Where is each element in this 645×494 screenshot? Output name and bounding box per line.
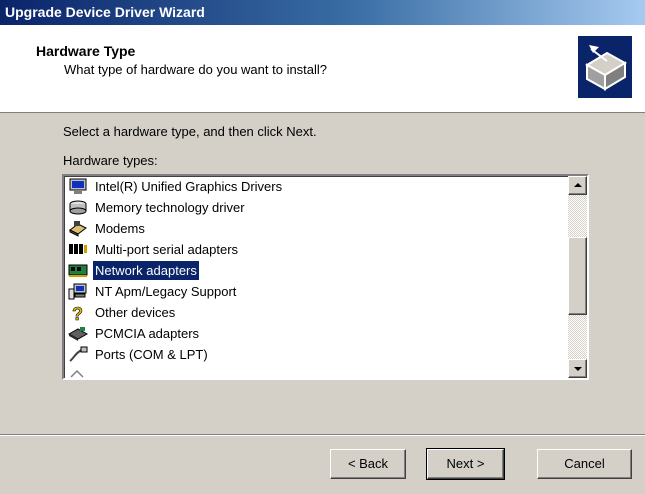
list-item-label: Memory technology driver: [95, 200, 245, 215]
list-item-label: Intel(R) Unified Graphics Drivers: [95, 179, 283, 194]
vertical-scrollbar[interactable]: [568, 176, 587, 378]
pcmcia-icon: [68, 327, 88, 341]
page-subtitle: What type of hardware do you want to ins…: [64, 62, 328, 77]
partial-item-icon: [70, 369, 84, 378]
list-item-label: PCMCIA adapters: [95, 326, 200, 341]
button-separator: [0, 434, 645, 436]
hardware-wizard-icon: [578, 36, 632, 98]
network-adapter-icon: [68, 264, 88, 277]
arrow-down-icon: [574, 367, 582, 371]
back-button[interactable]: < Back: [330, 449, 406, 479]
hardware-types-listbox[interactable]: Intel(R) Unified Graphics Drivers Memory…: [62, 174, 589, 380]
arrow-up-icon: [574, 183, 582, 187]
list-item-label: Network adapters: [92, 260, 200, 281]
question-icon: ?: [72, 304, 84, 321]
window-title: Upgrade Device Driver Wizard: [5, 4, 205, 20]
scrollbar-thumb[interactable]: [568, 237, 587, 315]
next-button[interactable]: Next >: [426, 448, 505, 480]
port-icon: [69, 346, 88, 362]
display-icon: [69, 178, 87, 194]
list-item-label: Other devices: [95, 305, 176, 320]
modem-icon: [69, 221, 87, 237]
list-item-label: NT Apm/Legacy Support: [95, 284, 237, 299]
serial-port-icon: [69, 244, 87, 254]
title-bar: Upgrade Device Driver Wizard: [0, 0, 645, 25]
scroll-up-button[interactable]: [568, 176, 587, 195]
page-title: Hardware Type: [36, 43, 136, 59]
computer-icon: [68, 283, 87, 300]
svg-text:?: ?: [72, 304, 83, 321]
hardware-types-label: Hardware types:: [63, 153, 158, 168]
scroll-down-button[interactable]: [568, 359, 587, 378]
list-item-label: Multi-port serial adapters: [95, 242, 239, 257]
cancel-button[interactable]: Cancel: [537, 449, 632, 479]
instruction-text: Select a hardware type, and then click N…: [63, 124, 317, 139]
wizard-body: Select a hardware type, and then click N…: [0, 113, 645, 494]
list-item-label: Ports (COM & LPT): [95, 347, 208, 362]
wizard-header: Hardware Type What type of hardware do y…: [0, 25, 645, 113]
list-item-label: Modems: [95, 221, 145, 236]
drive-icon: [69, 200, 87, 215]
